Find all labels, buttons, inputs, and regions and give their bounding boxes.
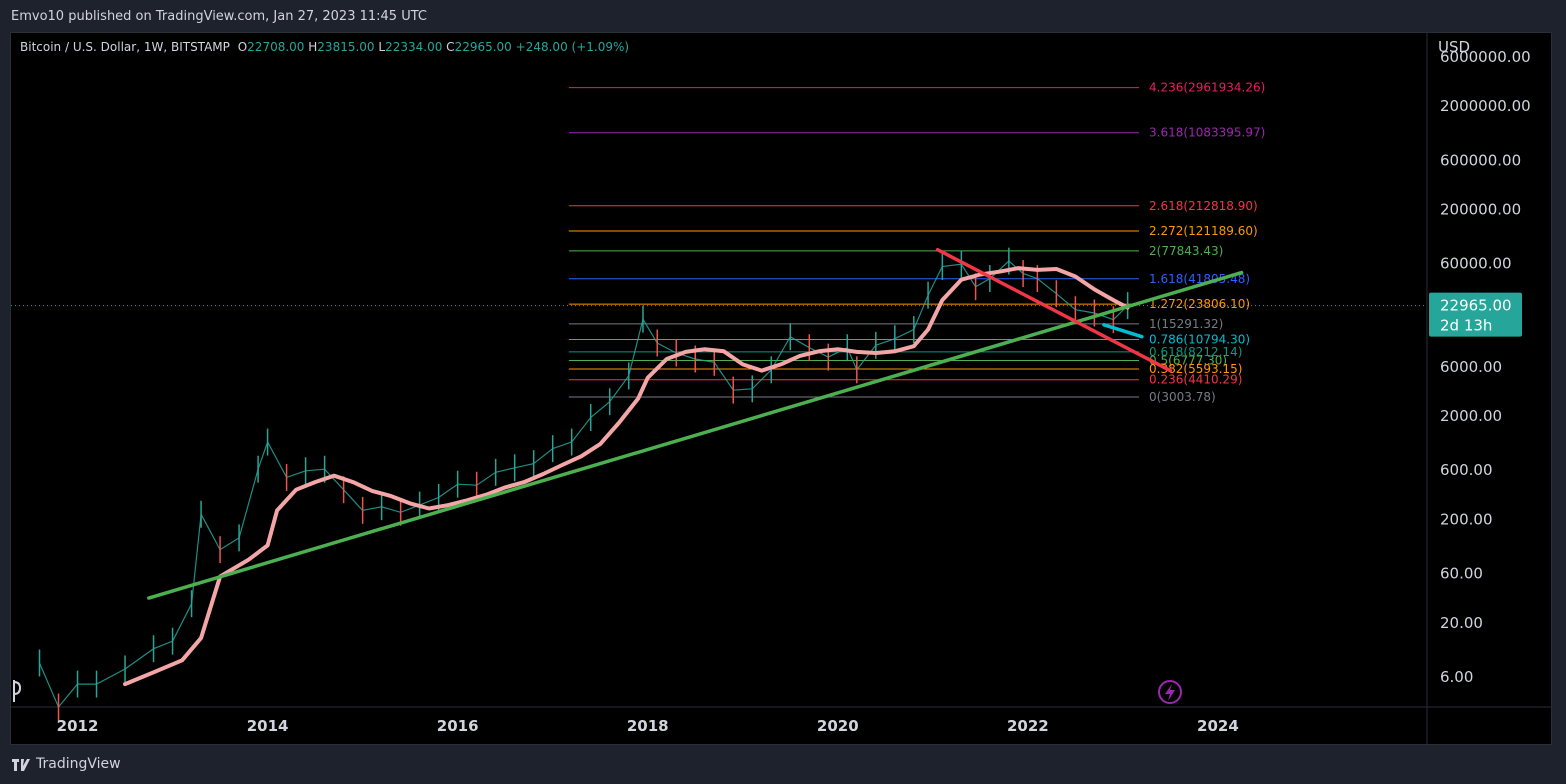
fib-level-label: 1.272(23806.10)	[1149, 297, 1250, 311]
symbol-name: Bitcoin / U.S. Dollar, 1W, BITSTAMP	[20, 40, 230, 54]
price-label-countdown: 2d 13h	[1440, 317, 1492, 335]
low-value: 22334.00	[385, 40, 443, 54]
fib-level-label: 2(77843.43)	[1149, 244, 1223, 258]
x-tick-label: 2014	[247, 717, 289, 735]
y-tick-label: 200.00	[1440, 511, 1493, 529]
fib-level-label: 2.272(121189.60)	[1149, 224, 1258, 238]
close-value: 22965.00	[454, 40, 512, 54]
fib-level-label: 0.236(4410.29)	[1149, 373, 1242, 387]
y-tick-label: 2000000.00	[1440, 97, 1531, 115]
x-tick-label: 2024	[1197, 717, 1239, 735]
fib-level-label: 3.618(1083395.97)	[1149, 126, 1265, 140]
footer-brand: TradingView	[36, 756, 121, 772]
y-tick-label: 6.00	[1440, 668, 1473, 686]
y-tick-label: 6000.00	[1440, 358, 1502, 376]
moving-average-line	[123, 266, 1130, 687]
y-tick-label: 600000.00	[1440, 151, 1521, 169]
price-label-value: 22965.00	[1440, 297, 1512, 315]
y-tick-label: 20.00	[1440, 614, 1483, 632]
price-chart[interactable]: USD6000000.002000000.00600000.00200000.0…	[0, 0, 1566, 784]
open-value: 22708.00	[247, 40, 305, 54]
y-tick-label: 600.00	[1440, 461, 1493, 479]
open-label: O	[237, 40, 248, 54]
x-tick-label: 2020	[817, 717, 859, 735]
x-tick-label: 2012	[57, 717, 99, 735]
y-tick-label: 2000.00	[1440, 407, 1502, 425]
y-tick-label: 6000000.00	[1440, 48, 1531, 66]
fib-level-label: 4.236(2961934.26)	[1149, 81, 1265, 95]
change-value: +248.00 (+1.09%)	[515, 40, 630, 54]
x-tick-label: 2018	[627, 717, 669, 735]
high-label: H	[308, 40, 318, 54]
symbol-legend: Bitcoin / U.S. Dollar, 1W, BITSTAMP O227…	[20, 40, 629, 54]
x-tick-label: 2022	[1007, 717, 1049, 735]
close-label: C	[446, 40, 455, 54]
y-tick-label: 60.00	[1440, 565, 1483, 583]
y-tick-label: 200000.00	[1440, 201, 1521, 219]
price-series-line	[38, 260, 1129, 709]
fib-level-label: 1(15291.32)	[1149, 317, 1223, 331]
y-tick-label: 60000.00	[1440, 255, 1512, 273]
footer-bar: TradingView	[0, 746, 1566, 784]
lightning-bolt-icon	[1165, 684, 1175, 701]
high-value: 23815.00	[317, 40, 375, 54]
fib-level-label: 0(3003.78)	[1149, 390, 1216, 404]
x-tick-label: 2016	[437, 717, 479, 735]
trendline	[1102, 323, 1144, 339]
tradingview-logo-icon	[12, 759, 30, 771]
left-marker-icon	[13, 680, 22, 702]
fib-level-label: 2.618(212818.90)	[1149, 199, 1258, 213]
